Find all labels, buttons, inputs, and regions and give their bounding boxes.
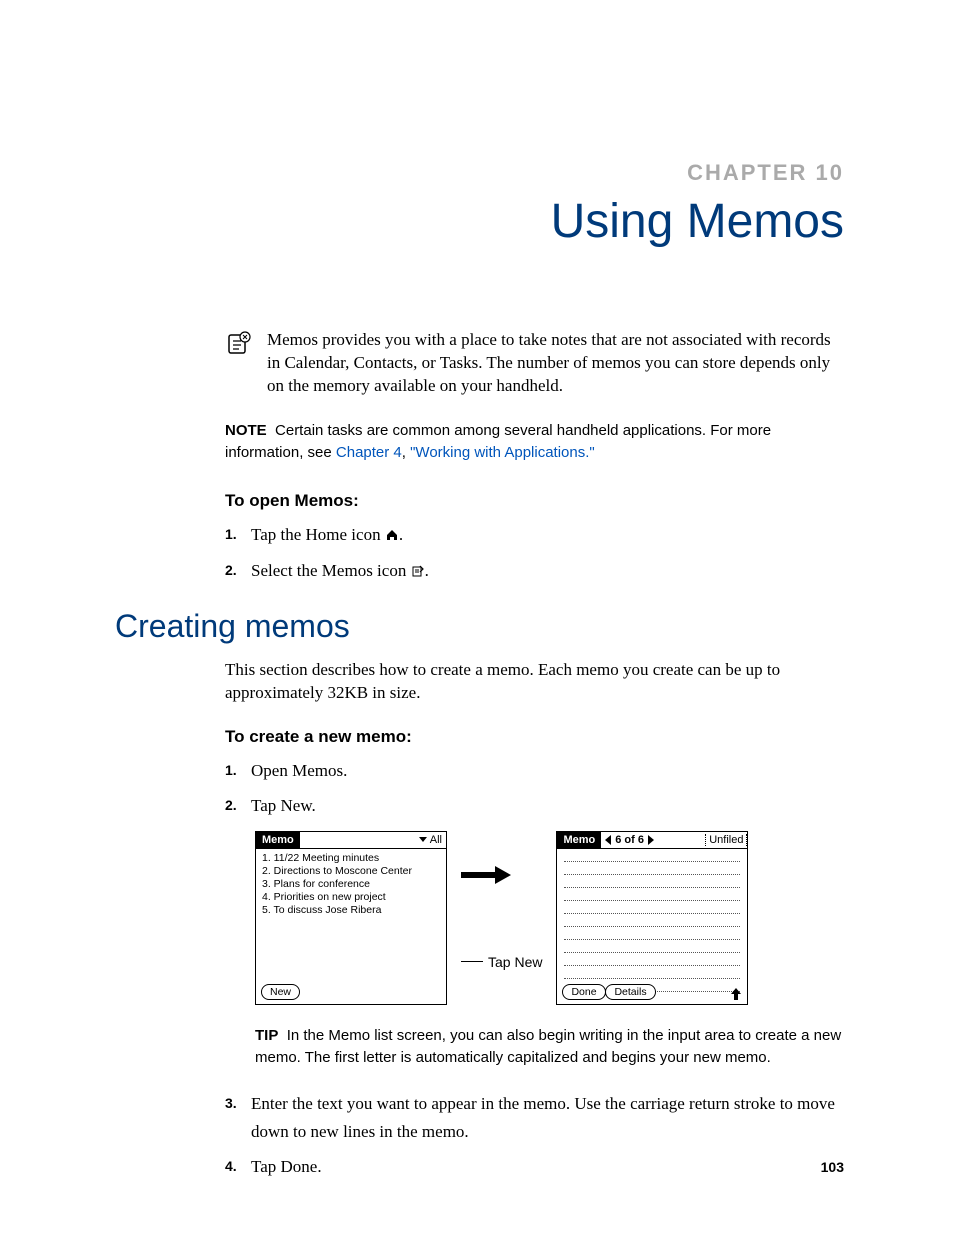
memo-list-title: Memo	[256, 831, 300, 849]
open-memos-heading: To open Memos:	[225, 491, 844, 511]
tip-block: TIP In the Memo list screen, you can als…	[255, 1025, 844, 1069]
open-step-2: 2.Select the Memos icon .	[225, 557, 844, 584]
memo-list-item[interactable]: 2. Directions to Moscone Center	[262, 865, 446, 878]
arrow-icon	[461, 866, 511, 884]
page-number: 103	[821, 1159, 844, 1175]
done-button[interactable]: Done	[562, 984, 605, 1000]
open-step-1: 1.Tap the Home icon .	[225, 521, 844, 548]
callout-leader	[461, 961, 483, 962]
callout-tap-new: Tap New	[488, 954, 542, 970]
memo-list-item[interactable]: 1. 11/22 Meeting minutes	[262, 852, 446, 865]
note-block: NOTE Certain tasks are common among seve…	[225, 420, 844, 464]
create-step-3: 3.Enter the text you want to appear in t…	[225, 1090, 844, 1144]
home-icon	[385, 523, 399, 537]
memo-list-filter[interactable]: All	[419, 834, 446, 846]
section-intro: This section describes how to create a m…	[225, 659, 844, 705]
memo-nav[interactable]: 6 of 6	[605, 834, 654, 846]
memo-list-screen: Memo All 1. 11/22 Meeting minutes 2. Dir…	[255, 831, 447, 1005]
memo-list-item[interactable]: 4. Priorities on new project	[262, 891, 446, 904]
create-step-2: 2.Tap New.	[225, 792, 844, 819]
memo-icon	[225, 329, 253, 357]
create-memo-heading: To create a new memo:	[225, 727, 844, 747]
category-selector[interactable]: Unfiled	[705, 834, 747, 846]
memo-detail-screen: Memo 6 of 6 Unfiled Done Details	[556, 831, 748, 1005]
tip-label: TIP	[255, 1027, 278, 1044]
screenshot-row: Memo All 1. 11/22 Meeting minutes 2. Dir…	[255, 831, 844, 1005]
section-creating-memos: Creating memos	[115, 608, 844, 645]
create-step-1: 1.Open Memos.	[225, 757, 844, 784]
memo-text-area[interactable]	[557, 851, 747, 992]
link-working-with-applications[interactable]: "Working with Applications."	[410, 444, 595, 461]
tip-text: In the Memo list screen, you can also be…	[255, 1027, 841, 1066]
note-label: NOTE	[225, 422, 267, 439]
chapter-title: Using Memos	[115, 194, 844, 249]
dropdown-icon	[419, 837, 427, 842]
next-icon[interactable]	[648, 835, 654, 845]
memo-list-item[interactable]: 5. To discuss Jose Ribera	[262, 904, 446, 917]
prev-icon[interactable]	[605, 835, 611, 845]
memo-counter: 6 of 6	[615, 834, 644, 846]
create-step-4: 4.Tap Done.	[225, 1153, 844, 1180]
details-button[interactable]: Details	[605, 984, 655, 1000]
link-chapter-4[interactable]: Chapter 4	[336, 444, 402, 461]
memos-app-icon	[411, 559, 425, 573]
memo-detail-title: Memo	[557, 831, 601, 849]
intro-text: Memos provides you with a place to take …	[267, 329, 844, 398]
scroll-up-icon[interactable]	[731, 988, 741, 1000]
memo-list-item[interactable]: 3. Plans for conference	[262, 878, 446, 891]
chapter-label: CHAPTER 10	[115, 160, 844, 186]
new-button[interactable]: New	[261, 984, 300, 1000]
